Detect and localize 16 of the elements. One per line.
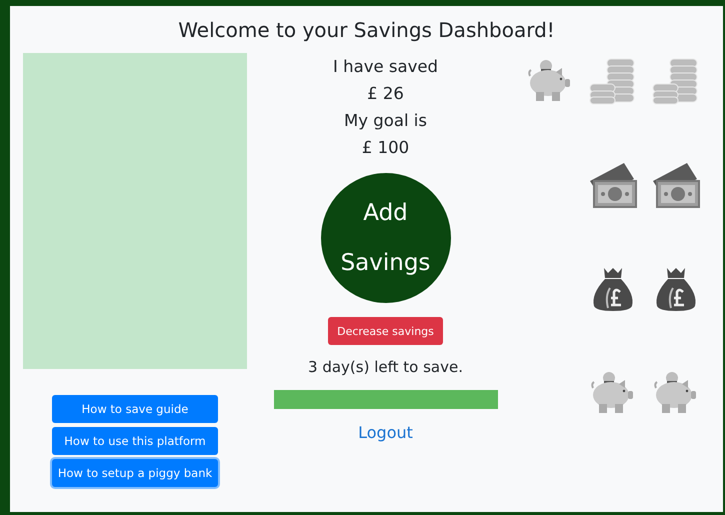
coin-stack-icon — [588, 57, 636, 105]
logout-link[interactable]: Logout — [358, 423, 413, 442]
days-left-text: 3 day(s) left to save. — [308, 358, 463, 376]
guide-button[interactable]: How to save guide — [52, 395, 218, 423]
guide-button[interactable]: How to use this platform — [52, 427, 218, 455]
page-title: Welcome to your Savings Dashboard! — [177, 17, 556, 44]
banknotes-icon — [650, 161, 700, 209]
banknotes-icon — [588, 161, 638, 209]
savings-text: £ 100 — [362, 137, 410, 159]
savings-text: £ 26 — [367, 83, 404, 105]
add-savings-button[interactable]: Add Savings — [320, 173, 450, 303]
guide-button[interactable]: How to setup a piggy bank — [52, 459, 218, 487]
savings-text: My goal is — [344, 110, 427, 132]
decrease-savings-button[interactable]: Decrease savings — [328, 317, 443, 345]
savings-text: I have saved — [333, 56, 438, 78]
coin-stack-icon — [652, 57, 700, 105]
